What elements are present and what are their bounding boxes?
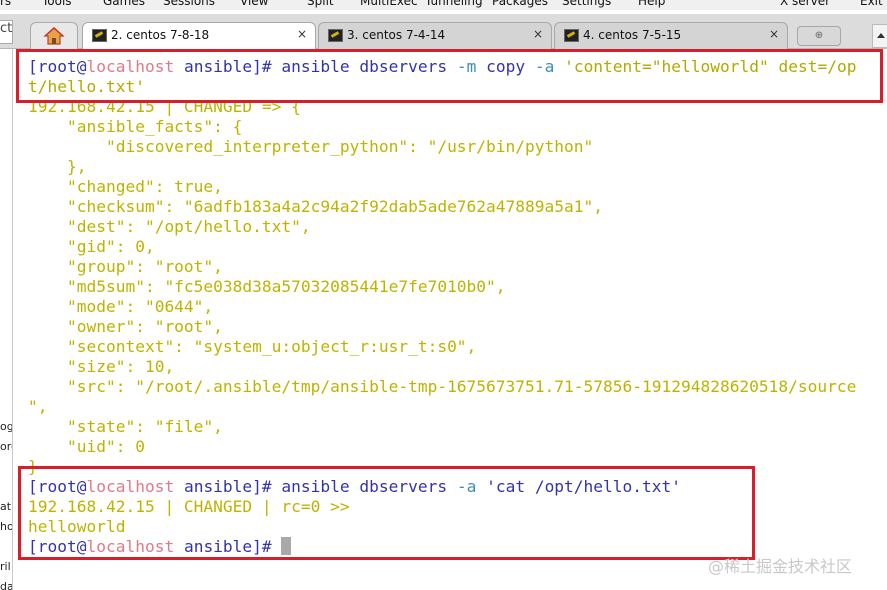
output-line: "ansible_facts": {	[28, 117, 243, 136]
sidebar: og orc ath ho ril da	[0, 49, 13, 590]
tab-label: 4. centos 7-5-15	[583, 28, 682, 42]
terminal-session-icon	[92, 29, 107, 42]
output-line: "md5sum": "fc5e038d38a57032085441e7fe701…	[28, 277, 506, 296]
tab-centos-7-5-15[interactable]: 4. centos 7-5-15 ×	[554, 22, 788, 49]
output-line: "owner": "root",	[28, 317, 223, 336]
output-line: "mode": "0644",	[28, 297, 214, 316]
output-line: "state": "file",	[28, 417, 223, 436]
close-icon[interactable]: ×	[769, 27, 779, 41]
output-line: "src": "/root/.ansible/tmp/ansible-tmp-1…	[28, 377, 857, 396]
output-line: "gid": 0,	[28, 237, 155, 256]
new-tab-button[interactable]: ⊕	[797, 26, 841, 46]
output-line: "group": "root",	[28, 257, 223, 276]
tab-label: 2. centos 7-8-18	[111, 28, 210, 42]
watermark: @稀土掘金技术社区	[708, 557, 853, 576]
output-line: "changed": true,	[28, 177, 223, 196]
menu-item-tunneling[interactable]: Tunneling	[425, 0, 483, 8]
close-icon[interactable]: ×	[533, 27, 543, 41]
home-icon	[43, 27, 65, 45]
quick-connect-field[interactable]: ct	[0, 20, 13, 44]
menu-item-tools[interactable]: Tools	[42, 0, 72, 8]
menu-item-help[interactable]: Help	[638, 0, 665, 8]
menu-bar: rs Tools Games Sessions View Split Multi…	[0, 0, 887, 10]
tab-centos-7-4-14[interactable]: 3. centos 7-4-14 ×	[318, 22, 552, 49]
terminal-session-icon	[328, 29, 343, 42]
menu-item-partial[interactable]: rs	[0, 0, 11, 8]
sidebar-fragment[interactable]: ath	[0, 500, 12, 513]
terminal-area[interactable]: [root@localhost ansible]# ansible dbserv…	[13, 49, 887, 590]
output-line: "dest": "/opt/hello.txt",	[28, 217, 311, 236]
menu-item-multiexec[interactable]: MultiExec	[360, 0, 418, 8]
sidebar-fragment[interactable]: da	[0, 580, 12, 590]
tab-label: 3. centos 7-4-14	[347, 28, 446, 42]
close-icon[interactable]: ×	[297, 27, 307, 41]
menu-item-x-server[interactable]: X server	[780, 0, 830, 8]
session-tab-bar: ct 2. centos 7-8-18 × 3. centos 7-4-14 ×…	[0, 14, 887, 50]
terminal-session-icon	[564, 29, 579, 42]
output-line: "size": 10,	[28, 357, 175, 376]
menu-item-split[interactable]: Split	[307, 0, 334, 8]
output-line: "checksum": "6adfb183a4a2c94a2f92dab5ade…	[28, 197, 603, 216]
output-line: },	[28, 157, 87, 176]
menu-item-sessions[interactable]: Sessions	[163, 0, 215, 8]
plus-icon: ⊕	[814, 30, 824, 41]
highlight-box-command-2	[18, 466, 755, 560]
menu-item-view[interactable]: View	[240, 0, 268, 8]
tab-centos-7-8-18[interactable]: 2. centos 7-8-18 ×	[82, 22, 316, 50]
output-line: "secontext": "system_u:object_r:usr_t:s0…	[28, 337, 477, 356]
menu-item-games[interactable]: Games	[103, 0, 145, 8]
highlight-box-command-1	[16, 49, 883, 103]
sidebar-fragment[interactable]: orc	[0, 440, 12, 453]
home-tab[interactable]	[30, 22, 78, 49]
sidebar-fragment[interactable]: og	[0, 420, 12, 433]
menu-item-exit[interactable]: Exit	[860, 0, 883, 8]
output-line: "uid": 0	[28, 437, 145, 456]
output-line: ",	[28, 397, 48, 416]
sidebar-fragment[interactable]: ril	[0, 560, 11, 573]
tab-list-scroll-button[interactable]	[872, 24, 887, 48]
menu-item-settings[interactable]: Settings	[562, 0, 611, 8]
menu-item-packages[interactable]: Packages	[492, 0, 548, 8]
sidebar-fragment[interactable]: ho	[0, 520, 12, 533]
output-line: "discovered_interpreter_python": "/usr/b…	[28, 137, 594, 156]
